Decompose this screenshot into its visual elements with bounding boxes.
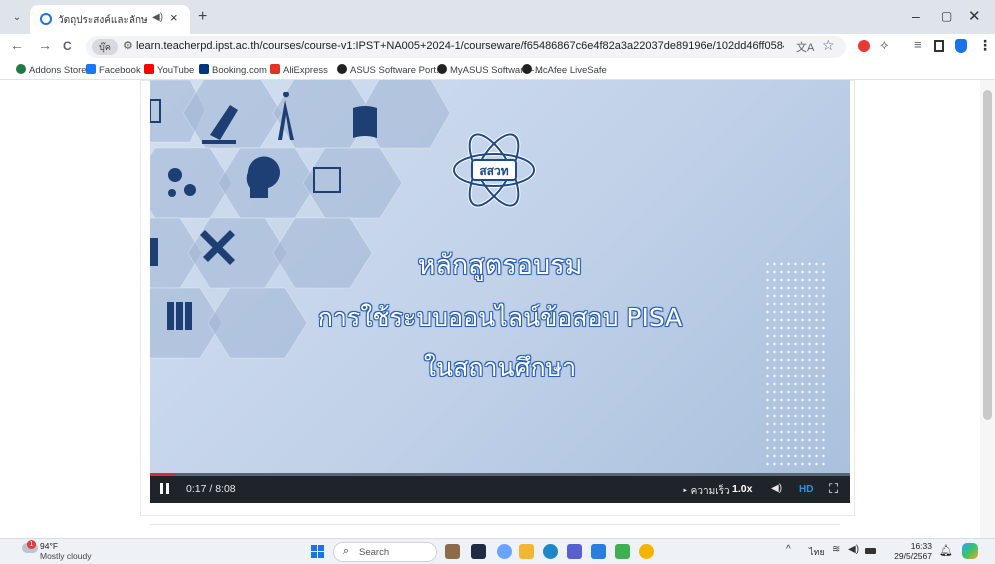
- messaging-app-icon[interactable]: [615, 544, 630, 559]
- card-divider: [150, 524, 840, 525]
- video-controls: 0:17 / 8:08 ‣ ความเร็ว 1.0x ◀) HD ⛶: [150, 476, 850, 503]
- bookmark-facebook[interactable]: Facebook: [86, 64, 141, 76]
- globe-icon: [337, 64, 347, 74]
- side-panel-icon[interactable]: [934, 40, 944, 52]
- logo-text: สสวท: [479, 164, 508, 178]
- mail-icon[interactable]: [591, 544, 606, 559]
- bookmark-label: AliExpress: [283, 65, 328, 76]
- volume-icon[interactable]: ◀): [848, 544, 859, 555]
- tab-close-icon[interactable]: ×: [170, 10, 178, 25]
- bookmarks-bar: Addons Store Facebook YouTube Booking.co…: [0, 60, 995, 80]
- youtube-icon: [144, 64, 154, 74]
- bookmark-label: Addons Store: [29, 65, 87, 76]
- taskbar-app-dark-icon[interactable]: [471, 544, 486, 559]
- shield-extension-icon[interactable]: [955, 39, 967, 53]
- address-bar[interactable]: บุ๊ค ⚙ learn.teacherpd.ipst.ac.th/course…: [86, 36, 846, 58]
- course-title-line-1: หลักสูตรอบรม: [417, 250, 583, 281]
- taskbar-search-box[interactable]: ⌕ Search: [333, 542, 437, 562]
- taskbar-app-widgets-icon[interactable]: [497, 544, 512, 559]
- weather-condition: Mostly cloudy: [40, 551, 92, 561]
- speaker-icon[interactable]: ◀): [152, 12, 163, 23]
- reading-list-icon[interactable]: ≡: [914, 37, 922, 52]
- pause-icon[interactable]: [160, 483, 170, 494]
- minimize-button[interactable]: –: [912, 8, 920, 24]
- browser-toolbar: ← → C บุ๊ค ⚙ learn.teacherpd.ipst.ac.th/…: [0, 34, 995, 60]
- site-info-chip[interactable]: บุ๊ค: [92, 39, 118, 55]
- search-icon: ⌕: [343, 545, 350, 557]
- battery-icon[interactable]: [865, 548, 876, 554]
- clock-date[interactable]: 29/5/2567: [884, 551, 932, 561]
- ipst-logo: สสวท: [452, 132, 536, 208]
- addons-store-icon: [16, 64, 26, 74]
- aliexpress-icon: [270, 64, 280, 74]
- close-window-button[interactable]: ✕: [968, 7, 981, 25]
- globe-icon: [522, 64, 532, 74]
- browser-tab-active[interactable]: วัตถุประสงค์และลักษณะการประเมิน ◀) ×: [30, 5, 190, 34]
- bookmark-label: Booking.com: [212, 65, 267, 76]
- reload-button[interactable]: C: [63, 39, 72, 53]
- maximize-button[interactable]: ▢: [941, 9, 952, 23]
- course-title-line-3: ในสถานศึกษา: [423, 353, 577, 382]
- bookmark-addons-store[interactable]: Addons Store: [16, 64, 87, 76]
- wifi-icon[interactable]: ≋: [832, 544, 840, 555]
- playback-speed-button[interactable]: ‣ ความเร็ว: [682, 484, 730, 499]
- windows-taskbar: 1 94°F Mostly cloudy ⌕ Search ^ ไทย ≋ ◀)…: [0, 538, 995, 564]
- weather-alert-badge: 1: [27, 540, 36, 549]
- chrome-browser-icon[interactable]: [639, 544, 654, 559]
- bookmark-label: McAfee LiveSafe: [535, 65, 607, 76]
- copilot-icon[interactable]: [962, 543, 978, 559]
- facebook-icon: [86, 64, 96, 74]
- page-content: สสวท หลักสูตรอบรม การใช้ระบบออนไลน์ข้อสอ…: [0, 80, 995, 538]
- taskbar-app-purple-icon[interactable]: [567, 544, 582, 559]
- bookmark-label: Facebook: [99, 65, 141, 76]
- bookmark-aliexpress[interactable]: AliExpress: [270, 64, 328, 76]
- edge-browser-icon[interactable]: [543, 544, 558, 559]
- weather-temperature: 94°F: [40, 541, 59, 551]
- notification-bell-icon[interactable]: 🔔︎: [939, 544, 953, 557]
- taskbar-app-game-icon[interactable]: [445, 544, 460, 559]
- course-title-line-2: การใช้ระบบออนไลน์ข้อสอบ PISA: [317, 303, 683, 332]
- booking-icon: [199, 64, 209, 74]
- browser-menu-icon[interactable]: ⋮: [978, 37, 992, 54]
- tab-title: วัตถุประสงค์และลักษณะการประเมิน: [58, 15, 148, 26]
- globe-icon: [437, 64, 447, 74]
- bookmark-star-icon[interactable]: ☆: [822, 37, 835, 54]
- tab-strip: ⌄ วัตถุประสงค์และลักษณะการประเมิน ◀) × +…: [0, 0, 995, 34]
- volume-icon[interactable]: ◀): [771, 483, 782, 494]
- bookmark-label: YouTube: [157, 65, 195, 76]
- tab-search-chevron-icon[interactable]: ⌄: [8, 9, 26, 27]
- forward-button[interactable]: →: [38, 37, 52, 53]
- site-settings-icon[interactable]: ⚙: [123, 39, 133, 52]
- page-scrollbar[interactable]: [980, 80, 995, 538]
- input-language[interactable]: ไทย: [809, 545, 825, 559]
- hd-toggle-button[interactable]: HD: [799, 484, 813, 495]
- bookmark-mcafee-livesafe[interactable]: McAfee LiveSafe: [522, 64, 607, 76]
- bookmark-youtube[interactable]: YouTube: [144, 64, 194, 76]
- video-player[interactable]: สสวท หลักสูตรอบรม การใช้ระบบออนไลน์ข้อสอ…: [150, 80, 850, 503]
- extensions-puzzle-icon[interactable]: ⟡: [880, 37, 889, 53]
- video-time: 0:17 / 8:08: [186, 483, 236, 495]
- bookmark-label: ASUS Software Port...: [350, 65, 444, 76]
- translate-icon[interactable]: 文A: [796, 39, 814, 55]
- back-button[interactable]: ←: [10, 37, 24, 53]
- file-explorer-icon[interactable]: [519, 544, 534, 559]
- tab-favicon-icon: [40, 13, 52, 25]
- bookmark-asus-software-portal[interactable]: ASUS Software Port...: [337, 64, 444, 76]
- search-label: Search: [359, 547, 390, 558]
- url-text[interactable]: learn.teacherpd.ipst.ac.th/courses/cours…: [136, 40, 784, 52]
- tray-chevron-icon[interactable]: ^: [786, 544, 791, 555]
- scrollbar-thumb[interactable]: [983, 90, 992, 420]
- fullscreen-icon[interactable]: ⛶: [829, 481, 838, 497]
- playback-speed-value[interactable]: 1.0x: [732, 483, 752, 495]
- new-tab-button[interactable]: +: [198, 8, 207, 26]
- windows-start-icon[interactable]: [311, 545, 325, 559]
- clock-time[interactable]: 16:33: [892, 541, 932, 551]
- extension-red-icon[interactable]: [858, 40, 870, 52]
- decorative-dot-grid: [764, 260, 826, 470]
- bookmark-booking[interactable]: Booking.com: [199, 64, 267, 76]
